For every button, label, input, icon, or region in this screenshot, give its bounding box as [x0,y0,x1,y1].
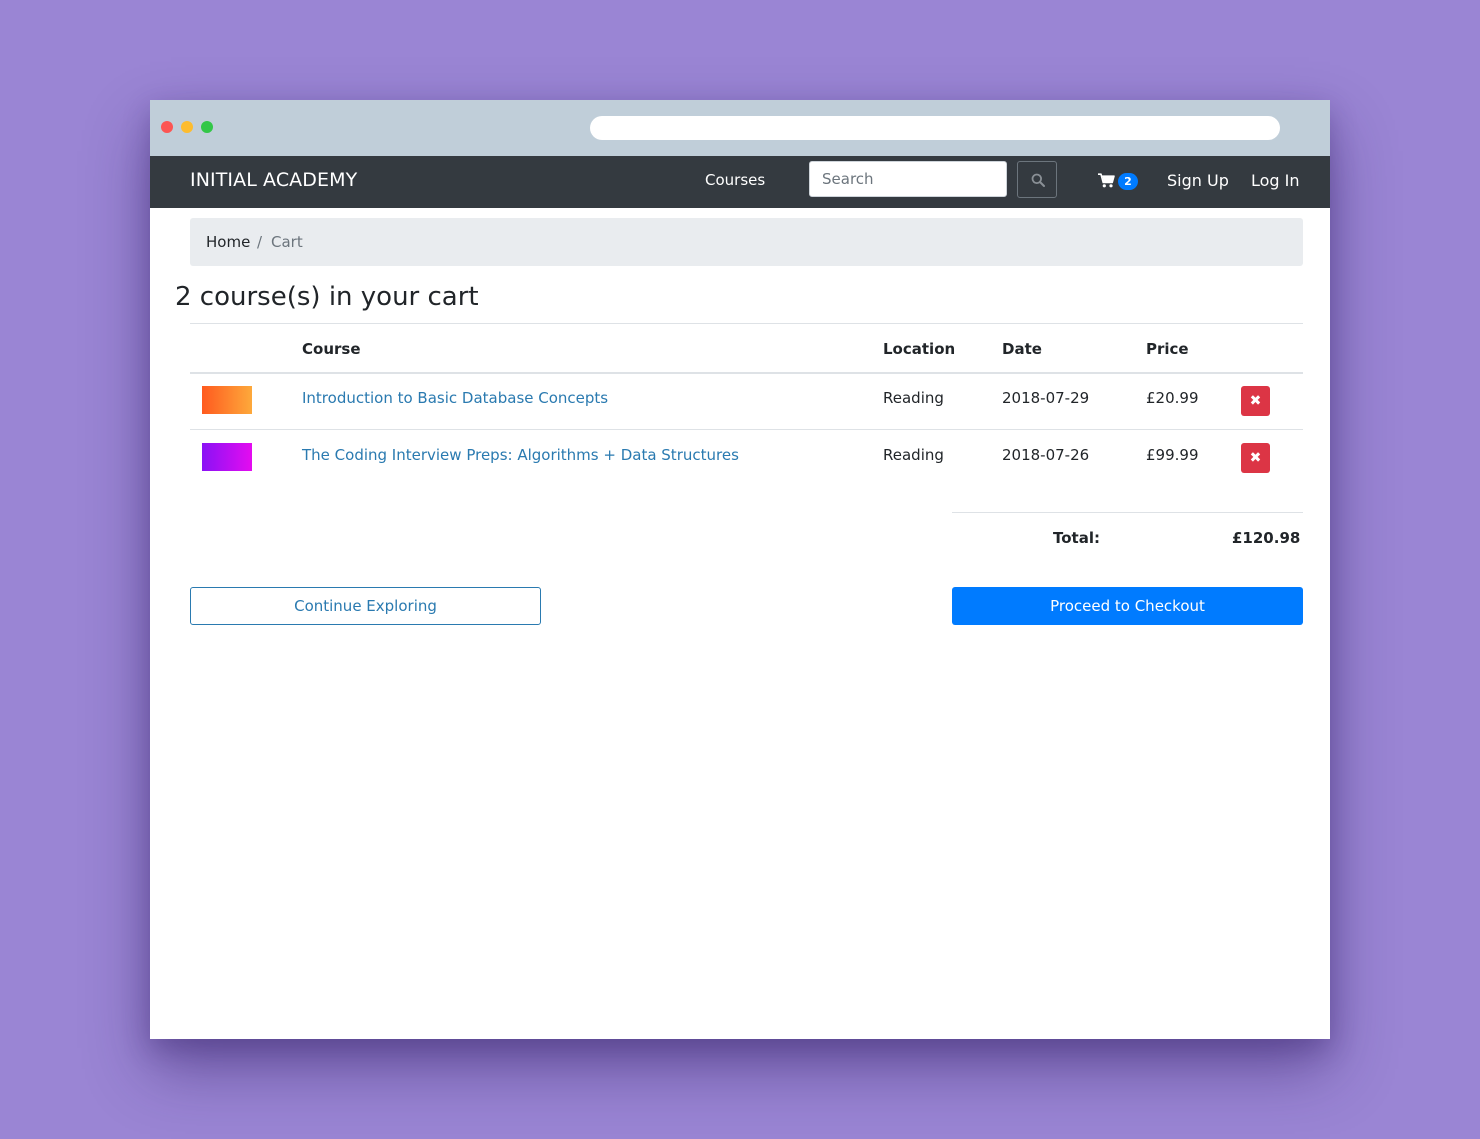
breadcrumb-home-link[interactable]: Home [206,233,250,251]
browser-chrome [150,100,1330,156]
page-background: { "navbar": { "brand": "INITIAL ACADEMY"… [0,0,1480,1139]
breadcrumb: Home / Cart [190,218,1303,266]
total-value: £120.98 [1232,529,1301,547]
cart-button[interactable]: 2 [1098,171,1140,193]
breadcrumb-current: Cart [271,233,303,251]
navbar: INITIAL ACADEMY Courses 2 Sign Up Log In [150,156,1330,208]
course-thumbnail [202,443,252,471]
proceed-to-checkout-button[interactable]: Proceed to Checkout [952,587,1303,625]
table-row: Introduction to Basic Database Concepts … [190,374,1303,431]
nav-signup-link[interactable]: Sign Up [1167,171,1229,190]
course-price: £20.99 [1146,389,1199,407]
page-title: 2 course(s) in your cart [175,282,479,312]
browser-window: INITIAL ACADEMY Courses 2 Sign Up Log In… [150,100,1330,1039]
search-button[interactable] [1017,161,1057,198]
course-title-link[interactable]: The Coding Interview Preps: Algorithms +… [302,446,739,464]
breadcrumb-separator: / [257,233,263,251]
shopping-cart-icon [1098,173,1115,188]
nav-login-link[interactable]: Log In [1251,171,1300,190]
column-header-location: Location [883,340,956,358]
minimize-window-dot[interactable] [181,121,193,133]
column-header-price: Price [1146,340,1189,358]
address-bar[interactable] [590,116,1280,140]
remove-item-button[interactable]: ✖ [1241,386,1270,416]
remove-item-button[interactable]: ✖ [1241,443,1270,473]
course-date: 2018-07-29 [1002,389,1090,407]
course-date: 2018-07-26 [1002,446,1090,464]
close-window-dot[interactable] [161,121,173,133]
column-header-course: Course [302,340,361,358]
column-header-date: Date [1002,340,1042,358]
maximize-window-dot[interactable] [201,121,213,133]
nav-courses-link[interactable]: Courses [705,171,765,189]
course-thumbnail [202,386,252,414]
search-icon [1031,173,1045,187]
total-divider [952,512,1303,513]
total-label: Total: [1053,529,1100,547]
table-row: The Coding Interview Preps: Algorithms +… [190,431,1303,488]
course-location: Reading [883,446,944,464]
continue-exploring-button[interactable]: Continue Exploring [190,587,541,625]
title-divider [190,323,1303,324]
row-divider [190,429,1303,430]
cart-count-badge: 2 [1118,173,1138,190]
close-icon: ✖ [1249,393,1262,409]
brand-logo[interactable]: INITIAL ACADEMY [190,169,357,191]
search-input[interactable] [809,161,1007,197]
close-icon: ✖ [1249,450,1262,466]
course-location: Reading [883,389,944,407]
course-title-link[interactable]: Introduction to Basic Database Concepts [302,389,608,407]
course-price: £99.99 [1146,446,1199,464]
